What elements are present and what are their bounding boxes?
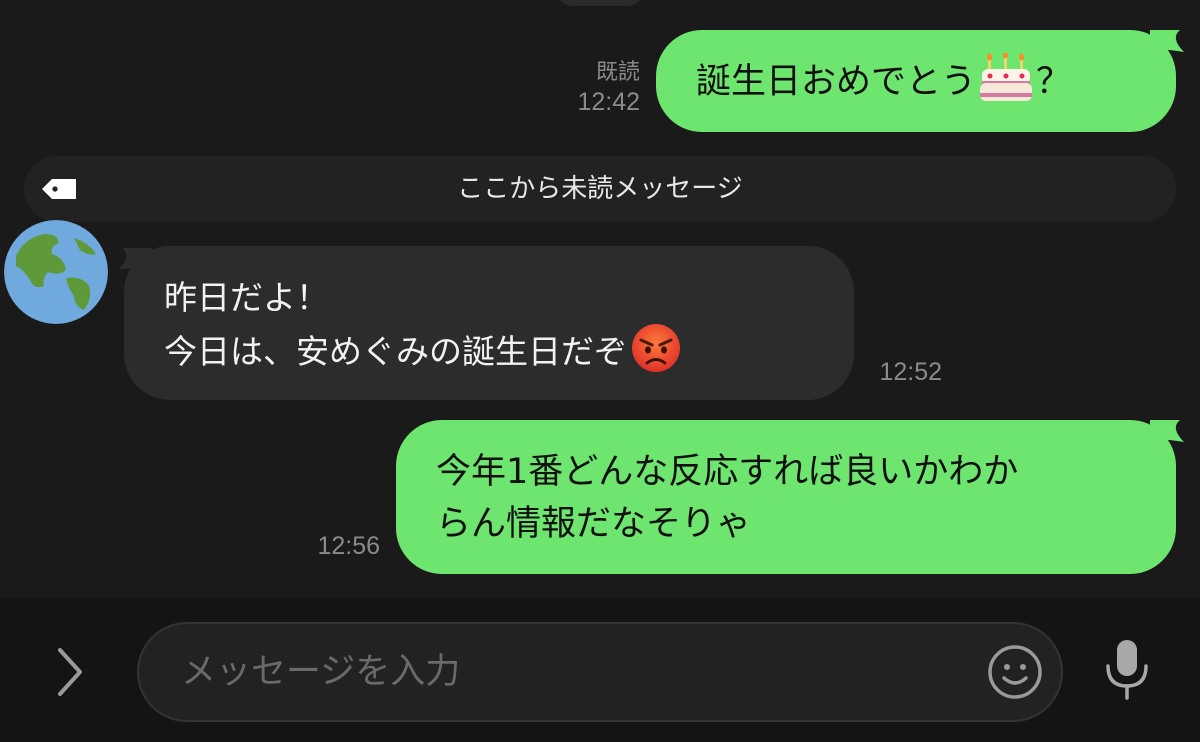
message-text: 誕生日おめでとう xyxy=(696,62,977,102)
message-text-line: 今年1番どんな反応すれば良いかわか xyxy=(436,452,1019,492)
message-meta: 12:56 xyxy=(290,530,380,562)
angry-face-emoji xyxy=(632,324,680,372)
message-meta: 既読 12:42 xyxy=(540,58,640,118)
message-text-line: 昨日だよ！ xyxy=(164,278,329,317)
message-suffix: ？ xyxy=(1036,62,1072,102)
previous-message-stub xyxy=(555,0,645,6)
message-time: 12:56 xyxy=(317,532,380,560)
outgoing-bubble-tail xyxy=(1150,30,1184,52)
message-meta: 12:52 xyxy=(860,356,942,388)
chevron-right-icon[interactable] xyxy=(50,644,90,700)
unread-divider: ここから未読メッセージ xyxy=(24,156,1176,222)
message-time: 12:42 xyxy=(577,88,640,116)
avatar[interactable] xyxy=(4,220,108,324)
outgoing-message[interactable]: 誕生日おめでとう ？ xyxy=(656,30,1176,132)
microphone-icon[interactable] xyxy=(1102,638,1152,704)
message-text-line-2: 今日は、安めぐみの誕生日だぞ xyxy=(164,323,854,377)
birthday-cake-emoji xyxy=(980,51,1033,101)
message-text-line: らん情報だなそりゃ xyxy=(436,504,752,544)
message-time: 12:52 xyxy=(879,358,942,386)
read-receipt: 既読 xyxy=(595,59,640,84)
message-input-box[interactable] xyxy=(137,622,1063,722)
unread-label: ここから未読メッセージ xyxy=(457,174,743,204)
outgoing-bubble-tail xyxy=(1150,420,1184,442)
smiley-icon[interactable] xyxy=(987,644,1043,700)
message-text: 今日は、安めぐみの誕生日だぞ xyxy=(164,332,627,371)
message-input[interactable] xyxy=(181,646,961,698)
incoming-message[interactable]: 昨日だよ！ 今日は、安めぐみの誕生日だぞ xyxy=(124,246,854,400)
outgoing-message[interactable]: 今年1番どんな反応すれば良いかわか らん情報だなそりゃ xyxy=(396,420,1176,574)
earth-globe-icon xyxy=(4,220,108,324)
